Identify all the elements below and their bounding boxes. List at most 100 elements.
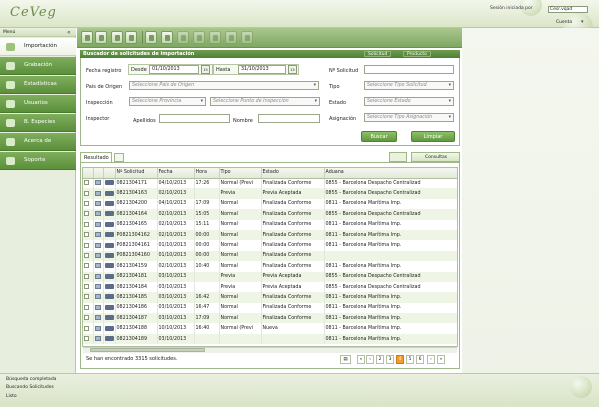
buscar-button[interactable]: Buscar <box>361 131 397 142</box>
document-icon[interactable] <box>114 153 124 162</box>
user-field[interactable]: Cesr.vqad <box>548 6 588 13</box>
table-row[interactable]: 0821304187 03/10/2013 17:09 Normal Finalizad… <box>83 313 457 324</box>
apellidos-input[interactable] <box>159 114 230 123</box>
row-checkbox[interactable] <box>84 336 89 342</box>
hasta-date-input[interactable]: 31/10/2013 <box>238 65 286 74</box>
next-page-icon[interactable]: › <box>427 355 435 364</box>
last-page-icon[interactable]: » <box>437 355 445 364</box>
edit-icon[interactable] <box>145 31 157 44</box>
first-page-icon[interactable]: « <box>357 355 365 364</box>
download-icon[interactable] <box>241 31 253 44</box>
row-checkbox[interactable] <box>84 242 89 248</box>
punto-inspeccion-select[interactable]: Seleccione Punto de Inspección <box>210 97 320 106</box>
table-row[interactable]: 0821304164 02/10/2013 15:05 Normal Finalizad… <box>83 209 457 220</box>
account-menu[interactable]: Cuenta <box>556 20 572 25</box>
column-header-tipo[interactable]: Tipo <box>219 168 262 179</box>
row-checkbox[interactable] <box>84 200 89 206</box>
tab-producto[interactable]: Producto <box>403 51 431 57</box>
table-row[interactable]: 0821304171 04/10/2013 17:26 Normal (Previ Fi… <box>83 178 457 189</box>
chart-icon[interactable] <box>111 31 123 44</box>
table-row[interactable]: 0821304159 02/10/2013 10:40 Normal Finalizad… <box>83 261 457 272</box>
row-detail-icon[interactable] <box>94 315 101 321</box>
table-row[interactable]: 0821304184 03/10/2013 Previa Previa Aceptad… <box>83 281 457 293</box>
row-checkbox[interactable] <box>84 263 89 269</box>
sidebar-item-especies[interactable]: B. Especies <box>0 114 76 132</box>
desde-date-input[interactable]: 01/10/2013 <box>149 65 199 74</box>
tipo-select[interactable]: Seleccione Tipo Solicitud <box>364 81 454 90</box>
prev-page-icon[interactable]: ‹ <box>366 355 374 364</box>
filter-icon[interactable] <box>389 152 407 162</box>
page-3[interactable]: 3 <box>386 355 394 364</box>
print-icon[interactable] <box>209 31 221 44</box>
asignacion-select[interactable]: Seleccione Tipo Asignación <box>364 113 454 122</box>
calendar-icon[interactable]: 15 <box>288 65 297 74</box>
table-row[interactable]: P0821304161 01/10/2013 00:00 Normal Finaliza… <box>83 240 457 251</box>
row-checkbox[interactable] <box>84 325 89 331</box>
table-row[interactable]: P0821304162 02/10/2013 00:00 Normal Finaliza… <box>83 229 457 241</box>
nombre-input[interactable] <box>258 114 320 123</box>
table-row[interactable]: P0821304160 01/10/2013 00:00 Normal Finaliza… <box>83 250 457 262</box>
row-checkbox[interactable] <box>84 315 89 321</box>
row-checkbox[interactable] <box>84 304 89 310</box>
row-detail-icon[interactable] <box>94 180 101 186</box>
delete-icon[interactable] <box>177 31 189 44</box>
consultas-button[interactable]: Consultas <box>411 152 460 162</box>
table-row[interactable]: 0821304200 04/10/2013 17:09 Normal Finalizad… <box>83 198 457 210</box>
row-detail-icon[interactable] <box>94 190 101 196</box>
row-detail-icon[interactable] <box>94 252 101 258</box>
page-5[interactable]: 5 <box>406 355 414 364</box>
open-icon[interactable] <box>95 31 107 44</box>
row-detail-icon[interactable] <box>94 242 101 248</box>
row-detail-icon[interactable] <box>94 284 101 290</box>
sidebar-item-importacion[interactable]: Importación <box>0 38 76 56</box>
sidebar-item-usuarios[interactable]: Usuarios <box>0 95 76 113</box>
tab-solicitud[interactable]: Solicitud <box>364 51 392 57</box>
table-row[interactable]: 0821304188 10/10/2013 16:40 Normal (Previ Nu… <box>83 323 457 334</box>
table-row[interactable]: 0821304181 03/10/2013 Previa Previa Aceptad… <box>83 271 457 282</box>
page-2[interactable]: 2 <box>376 355 384 364</box>
column-header-aduana[interactable]: Aduana <box>324 168 457 179</box>
row-checkbox[interactable] <box>84 232 89 238</box>
page-6[interactable]: 6 <box>416 355 424 364</box>
export-icon[interactable] <box>225 31 237 44</box>
row-detail-icon[interactable] <box>94 304 101 310</box>
row-detail-icon[interactable] <box>94 325 101 331</box>
new-icon[interactable] <box>81 31 93 44</box>
pais-select[interactable]: Seleccione País de Origen <box>129 81 319 90</box>
row-checkbox[interactable] <box>84 252 89 258</box>
sidebar-item-acerca[interactable]: Acerca de <box>0 133 76 151</box>
table-row[interactable]: 0821304163 02/10/2013 Previa Previa Aceptad… <box>83 188 457 199</box>
row-detail-icon[interactable] <box>94 211 101 217</box>
page-size-icon[interactable]: ▤ <box>340 355 351 364</box>
row-checkbox[interactable] <box>84 211 89 217</box>
row-checkbox[interactable] <box>84 221 89 227</box>
row-detail-icon[interactable] <box>94 221 101 227</box>
search-icon[interactable] <box>161 31 173 44</box>
nsolicitud-input[interactable] <box>364 65 454 74</box>
table-row[interactable]: 0821304165 02/10/2013 15:11 Normal Finalizad… <box>83 219 457 230</box>
row-checkbox[interactable] <box>84 273 89 279</box>
row-detail-icon[interactable] <box>94 200 101 206</box>
provincia-select[interactable]: Seleccione Provincia <box>129 97 206 106</box>
row-detail-icon[interactable] <box>94 273 101 279</box>
chevron-down-icon[interactable]: ▾ <box>581 19 584 25</box>
column-header-hora[interactable]: Hora <box>194 168 220 179</box>
sidebar-item-soporte[interactable]: Soporte <box>0 152 76 170</box>
row-detail-icon[interactable] <box>94 294 101 300</box>
row-detail-icon[interactable] <box>94 232 101 238</box>
list-icon[interactable] <box>125 31 137 44</box>
row-detail-icon[interactable] <box>94 263 101 269</box>
column-header-nsolicitud[interactable]: Nº Solicitud <box>115 168 158 179</box>
row-checkbox[interactable] <box>84 190 89 196</box>
page-4-current[interactable]: 4 <box>396 355 404 364</box>
pencil-icon[interactable] <box>193 31 205 44</box>
column-header-estado[interactable]: Estado <box>261 168 325 179</box>
table-row[interactable]: 0821304189 03/10/2013 0811 - Barcelona Mar… <box>83 333 457 345</box>
estado-select[interactable]: Seleccione Estado <box>364 97 454 106</box>
table-row[interactable]: 0821304186 03/10/2013 16:47 Normal Finalizad… <box>83 302 457 314</box>
calendar-icon[interactable]: 15 <box>201 65 210 74</box>
table-row[interactable]: 0821304185 03/10/2013 16:42 Normal Finalizad… <box>83 292 457 303</box>
sidebar-item-grabacion[interactable]: Grabación <box>0 57 76 75</box>
tab-resultado[interactable]: Resultado <box>80 152 112 162</box>
limpiar-button[interactable]: Limpiar <box>411 131 455 142</box>
